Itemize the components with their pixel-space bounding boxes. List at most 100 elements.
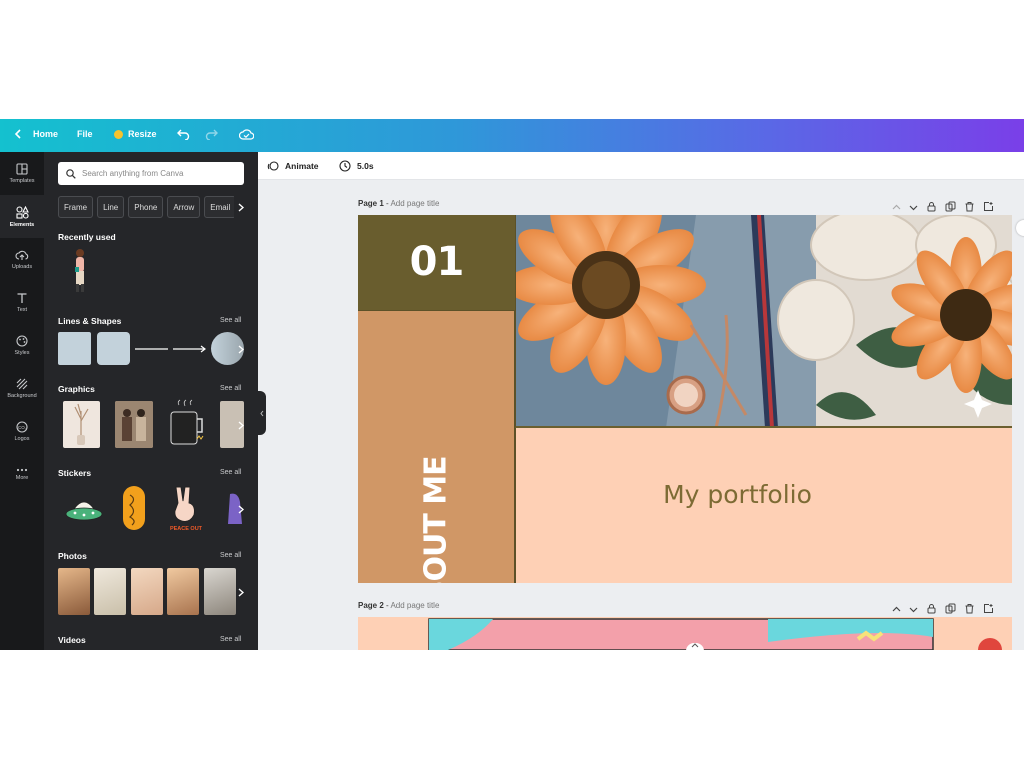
my-portfolio-text[interactable]: My portfolio (516, 480, 919, 509)
line-icon (135, 348, 168, 350)
page-2-name: Page 2 (358, 601, 384, 610)
more-icon (16, 468, 28, 472)
see-all-photos[interactable]: See all (220, 552, 241, 559)
chip-email[interactable]: Email (204, 196, 237, 218)
chip-frame[interactable]: Frame (58, 196, 94, 218)
sunflower-flatlay-image (516, 215, 1012, 426)
see-all-stickers[interactable]: See all (220, 469, 241, 476)
photos-scroll-right[interactable] (234, 577, 248, 607)
photo-thumbnail-2[interactable] (94, 568, 126, 615)
flatlay-photo[interactable] (515, 215, 1012, 428)
home-button[interactable]: Home (14, 129, 58, 139)
rail-item-more[interactable]: More (0, 453, 44, 496)
rail-label: Background (7, 393, 37, 399)
graphic-dried-flowers-thumbnail[interactable] (63, 401, 100, 448)
chip-phone[interactable]: Phone (128, 196, 164, 218)
photo-thumbnail-3[interactable] (131, 568, 163, 615)
see-all-lines-shapes[interactable]: See all (220, 317, 241, 324)
rail-item-text[interactable]: Text (0, 281, 44, 324)
rail-item-background[interactable]: Background (0, 367, 44, 410)
about-block[interactable]: ABOUT ME (358, 310, 515, 583)
page-1-canvas[interactable]: 01 ABOUT ME My portfolio (358, 215, 1012, 583)
page-1-add-title[interactable]: Add page title (390, 199, 439, 208)
crown-icon (114, 129, 123, 139)
editor-toolbar: Animate 5.0s (258, 152, 1024, 180)
rail-item-elements[interactable]: Elements (0, 195, 44, 238)
arrow-shape-thumbnail[interactable] (173, 342, 207, 356)
undo-button[interactable] (177, 128, 190, 140)
graphic-mug-thumbnail[interactable] (165, 399, 207, 449)
page-2-canvas[interactable] (358, 617, 1012, 650)
elements-icon (15, 205, 29, 219)
sticker-peace-out-thumbnail[interactable]: PEACE OUT (168, 483, 204, 533)
graphic-people-thumbnail[interactable] (115, 401, 153, 448)
chevron-up-icon (691, 643, 699, 648)
undo-icon (177, 129, 190, 140)
rounded-square-shape-thumbnail[interactable] (97, 332, 130, 365)
chip-arrow[interactable]: Arrow (167, 196, 201, 218)
svg-text:CO.: CO. (18, 425, 26, 430)
chevron-right-icon (238, 344, 244, 354)
chevron-right-icon (238, 420, 244, 430)
rail-label: Uploads (11, 264, 33, 270)
photo-thumbnail-5[interactable] (204, 568, 236, 615)
lines-shapes-scroll-right[interactable] (234, 334, 248, 364)
rail-item-styles[interactable]: Styles (0, 324, 44, 367)
chevron-left-icon (260, 410, 264, 416)
about-me-text[interactable]: ABOUT ME (419, 456, 454, 583)
search-box[interactable] (58, 162, 244, 185)
uploads-icon (15, 250, 29, 260)
chips-scroll-right[interactable] (234, 196, 248, 218)
top-bar: Home File Resize (0, 119, 1024, 152)
portfolio-block[interactable]: My portfolio (515, 428, 1012, 583)
rail-item-logos[interactable]: CO. Logos (0, 410, 44, 453)
redo-button[interactable] (205, 128, 218, 140)
quick-filter-chips: Frame Line Phone Arrow Email (58, 196, 258, 218)
page-1-name: Page 1 (358, 199, 384, 208)
number-block[interactable]: 01 (358, 215, 515, 310)
show-pages-toggle[interactable] (686, 643, 704, 650)
page-2-preview-image (358, 617, 1012, 650)
rail-item-templates[interactable]: Templates (0, 152, 44, 195)
search-icon (66, 168, 76, 179)
search-input[interactable] (82, 169, 232, 178)
sticker-pill-thumbnail[interactable] (122, 485, 146, 531)
rail-label: Templates (9, 178, 35, 184)
page-side-handle[interactable] (1016, 220, 1024, 236)
photo-thumbnail-1[interactable] (58, 568, 90, 615)
section-graphics: Graphics (58, 384, 95, 394)
line-shape-thumbnail[interactable] (135, 342, 168, 356)
peace-hand-sticker-icon: PEACE OUT (170, 486, 203, 532)
chevron-right-icon (238, 587, 244, 597)
sticker-caption: PEACE OUT (170, 526, 203, 532)
see-all-videos[interactable]: See all (220, 636, 241, 643)
slide-number-text[interactable]: 01 (358, 239, 515, 285)
collapse-panel-handle[interactable] (258, 391, 266, 435)
timing-button[interactable]: 5.0s (339, 160, 374, 172)
page-1-label[interactable]: Page 1 - Add page title (358, 199, 439, 208)
rail-label: Text (16, 307, 28, 313)
text-icon (17, 293, 27, 303)
cloud-check-icon (239, 129, 254, 140)
animate-button[interactable]: Animate (267, 160, 319, 172)
chip-line[interactable]: Line (97, 196, 125, 218)
page-2-label[interactable]: Page 2 - Add page title (358, 601, 439, 610)
photo-thumbnail-4[interactable] (167, 568, 199, 615)
redo-icon (205, 129, 218, 140)
graphics-scroll-right[interactable] (234, 410, 248, 440)
recent-figure-thumbnail[interactable] (66, 247, 94, 295)
animate-label: Animate (285, 161, 319, 171)
pill-sticker-icon (123, 486, 145, 530)
resize-button[interactable]: Resize (114, 129, 157, 139)
rail-item-uploads[interactable]: Uploads (0, 238, 44, 281)
sticker-ufo-thumbnail[interactable] (64, 490, 104, 528)
square-shape-thumbnail[interactable] (58, 332, 91, 365)
save-status-button[interactable] (239, 128, 254, 140)
styles-icon (16, 335, 28, 347)
resize-label: Resize (128, 129, 157, 139)
file-menu[interactable]: File (77, 129, 93, 139)
page-2-add-title[interactable]: Add page title (390, 601, 439, 610)
stickers-scroll-right[interactable] (234, 494, 248, 524)
chevron-right-icon (238, 202, 244, 212)
see-all-graphics[interactable]: See all (220, 385, 241, 392)
